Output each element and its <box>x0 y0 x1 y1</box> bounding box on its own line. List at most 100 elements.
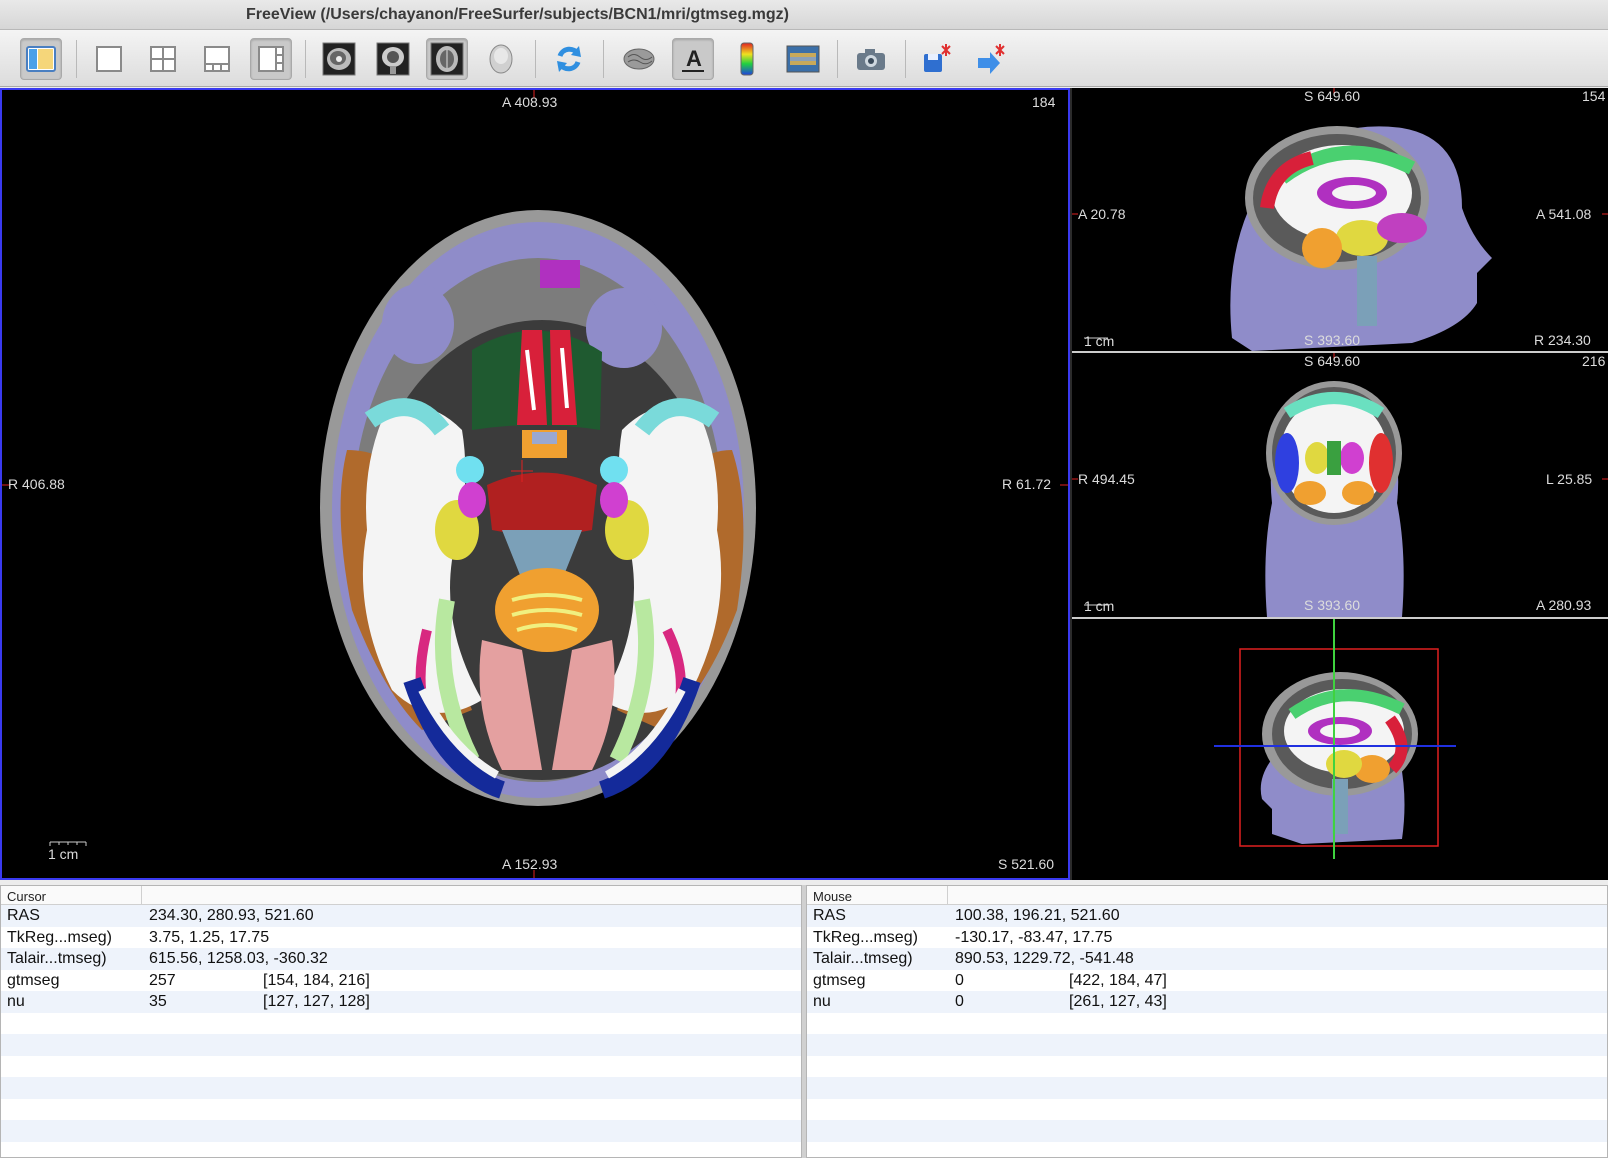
row-extra: [127, 127, 128] <box>263 993 370 1010</box>
mouse-panel-title: Mouse <box>813 889 853 904</box>
window-title: FreeView (/Users/chayanon/FreeSurfer/sub… <box>246 6 789 23</box>
row-key: gtmseg <box>7 971 60 989</box>
toggle-panel-button[interactable] <box>20 38 62 80</box>
view-axial-button[interactable] <box>426 38 468 80</box>
title-bar: FreeView (/Users/chayanon/FreeSurfer/sub… <box>0 0 1608 30</box>
cursor-panel-header: Cursor <box>1 886 801 905</box>
coronal-brain-image <box>1072 353 1608 617</box>
empty-row <box>807 1099 1607 1121</box>
sagittal-right-label: A 541.08 <box>1536 206 1592 222</box>
coronal-bottom-right-label: A 280.93 <box>1536 597 1592 613</box>
row-extra: [261, 127, 43] <box>1069 993 1167 1010</box>
cursor-row-ras[interactable]: RAS 234.30, 280.93, 521.60 <box>1 905 801 927</box>
sagittal-view[interactable]: S 649.60 S 393.60 A 20.78 A 541.08 154 R… <box>1072 88 1608 351</box>
toolbar: A <box>0 30 1608 87</box>
axial-brain-image <box>2 90 1068 878</box>
refresh-icon <box>557 46 581 72</box>
mouse-row-nu[interactable]: nu 0 [261, 127, 43] <box>807 991 1607 1013</box>
layout-1-3-vertical-button[interactable] <box>250 38 292 80</box>
row-value: 3.75, 1.25, 17.75 <box>149 928 270 946</box>
layout-1x1-icon <box>96 46 122 72</box>
3d-head-render <box>1214 619 1456 859</box>
row-key: nu <box>813 993 831 1010</box>
3d-head-icon <box>489 44 513 74</box>
empty-row <box>807 1034 1607 1056</box>
goto-point-icon <box>978 44 1005 74</box>
mouse-row-tkreg[interactable]: TkReg...mseg) -130.17, -83.47, 17.75 <box>807 927 1607 949</box>
axial-bottom-label: A 152.93 <box>502 856 558 872</box>
mouse-info-panel: Mouse RAS 100.38, 196.21, 521.60 TkReg...… <box>806 885 1608 1158</box>
empty-row <box>1 1034 801 1056</box>
view-sagittal-button[interactable] <box>318 38 360 80</box>
layout-1-3-icon <box>204 46 230 72</box>
coronal-view[interactable]: S 649.60 S 393.60 R 494.45 L 25.85 216 A… <box>1072 353 1608 617</box>
row-key: nu <box>7 993 25 1010</box>
axial-view[interactable]: A 408.93 A 152.93 R 406.88 R 61.72 184 S… <box>0 88 1070 880</box>
mouse-row-gtmseg[interactable]: gtmseg 0 [422, 184, 47] <box>807 970 1607 992</box>
empty-row <box>807 1077 1607 1099</box>
row-value: -130.17, -83.47, 17.75 <box>955 928 1113 946</box>
cursor-row-nu[interactable]: nu 35 [127, 127, 128] <box>1 991 801 1013</box>
row-key: TkReg...mseg) <box>813 928 918 946</box>
mouse-row-ras[interactable]: RAS 100.38, 196.21, 521.60 <box>807 905 1607 927</box>
sagittal-brain-icon <box>322 42 356 76</box>
row-key: RAS <box>813 907 846 924</box>
coronal-brain-icon <box>376 42 410 76</box>
freeview-window: FreeView (/Users/chayanon/FreeSurfer/sub… <box>0 0 1608 1158</box>
row-value: 35 <box>149 993 167 1010</box>
colorbar-icon <box>740 42 754 76</box>
mouse-row-talairach[interactable]: Talair...tmseg) 890.53, 1229.72, -541.48 <box>807 948 1607 970</box>
cursor-info-panel: Cursor RAS 234.30, 280.93, 521.60 TkReg..… <box>0 885 802 1158</box>
axial-left-label: R 406.88 <box>8 476 65 492</box>
axial-slice-number: 184 <box>1032 94 1056 110</box>
sagittal-scale-label: 1 cm <box>1084 333 1115 349</box>
row-extra: [154, 184, 216] <box>263 971 370 989</box>
empty-row <box>1 1056 801 1078</box>
cursor-panel-title: Cursor <box>7 889 47 904</box>
colorbar-button[interactable] <box>726 38 768 80</box>
view-3d-button[interactable] <box>480 38 522 80</box>
view-coronal-button[interactable] <box>372 38 414 80</box>
row-key: gtmseg <box>813 971 866 989</box>
cursor-row-talairach[interactable]: Talair...tmseg) 615.56, 1258.03, -360.32 <box>1 948 801 970</box>
row-value: 0 <box>955 971 964 989</box>
row-key: Talair...tmseg) <box>813 950 913 967</box>
axial-bottom-right-label: S 521.60 <box>998 856 1055 872</box>
layout-1-3-vertical-icon <box>258 46 284 72</box>
empty-row <box>1 1120 801 1142</box>
axial-top-label: A 408.93 <box>502 94 558 110</box>
svg-text:A: A <box>686 46 702 71</box>
save-point-button[interactable] <box>916 38 958 80</box>
cursor-row-gtmseg[interactable]: gtmseg 257 [154, 184, 216] <box>1 970 801 992</box>
empty-row <box>807 1013 1607 1035</box>
coronal-left-label: R 494.45 <box>1078 471 1135 487</box>
sagittal-bottom-right-label: R 234.30 <box>1534 332 1591 348</box>
layout-1-3-button[interactable] <box>196 38 238 80</box>
annotation-button[interactable]: A <box>672 38 714 80</box>
row-value: 234.30, 280.93, 521.60 <box>149 907 314 924</box>
reset-view-button[interactable] <box>548 38 590 80</box>
layout-2x2-button[interactable] <box>142 38 184 80</box>
row-key: TkReg...mseg) <box>7 928 112 946</box>
row-value: 890.53, 1229.72, -541.48 <box>955 950 1134 967</box>
axial-right-label: R 61.72 <box>1002 476 1052 492</box>
cursor-row-tkreg[interactable]: TkReg...mseg) 3.75, 1.25, 17.75 <box>1 927 801 949</box>
row-key: RAS <box>7 907 40 924</box>
navigate-surface-button[interactable] <box>618 38 660 80</box>
show-volume-button[interactable] <box>782 38 824 80</box>
surface-icon <box>623 48 655 70</box>
3d-view[interactable] <box>1072 619 1608 880</box>
mouse-panel-header: Mouse <box>807 886 1607 905</box>
row-value: 100.38, 196.21, 521.60 <box>955 907 1120 924</box>
layout-1x1-button[interactable] <box>88 38 130 80</box>
goto-point-button[interactable] <box>970 38 1012 80</box>
coronal-scale-label: 1 cm <box>1084 598 1115 614</box>
snapshot-button[interactable] <box>850 38 892 80</box>
sagittal-left-label: A 20.78 <box>1078 206 1126 222</box>
text-annotation-icon: A <box>682 46 704 72</box>
sagittal-brain-image <box>1072 88 1608 351</box>
camera-icon <box>857 49 885 70</box>
empty-row <box>1 1099 801 1121</box>
row-value: 257 <box>149 971 176 989</box>
row-key: Talair...tmseg) <box>7 950 107 967</box>
